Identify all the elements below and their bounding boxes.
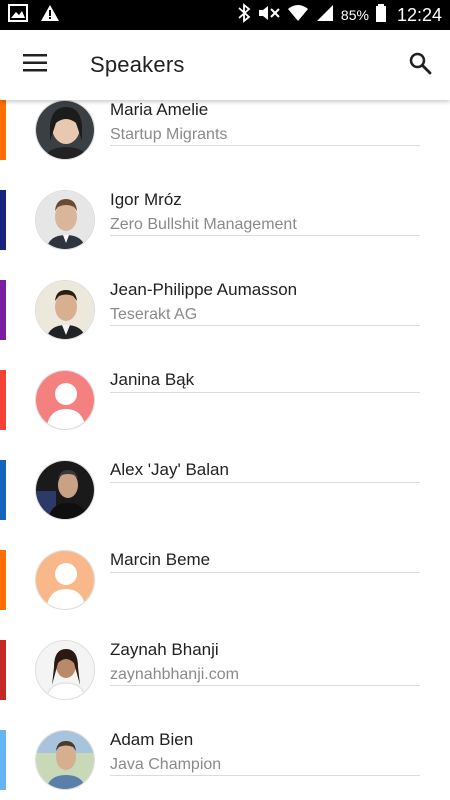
avatar-placeholder — [35, 550, 95, 610]
row-divider — [110, 775, 420, 776]
speaker-name: Igor Mróz — [110, 190, 182, 209]
speaker-subtitle: Startup Migrants — [110, 126, 228, 143]
row-divider — [110, 572, 420, 573]
speaker-row[interactable]: Igor Mróz Zero Bullshit Management — [0, 180, 450, 270]
search-button[interactable] — [390, 30, 450, 100]
avatar — [35, 730, 95, 790]
status-bar: 85% 12:24 — [0, 0, 450, 30]
row-divider — [110, 145, 420, 146]
avatar — [35, 190, 95, 250]
gallery-icon — [8, 3, 28, 27]
person-icon — [55, 383, 77, 405]
row-divider — [110, 392, 420, 393]
avatar — [35, 280, 95, 340]
speaker-name: Marcin Beme — [110, 550, 211, 569]
speaker-name: Alex 'Jay' Balan — [110, 460, 229, 479]
speaker-row[interactable]: Alex 'Jay' Balan — [0, 450, 450, 540]
row-divider — [110, 685, 420, 686]
wifi-icon — [287, 3, 309, 28]
search-icon — [408, 51, 432, 80]
speaker-row[interactable]: Marcin Beme — [0, 540, 450, 630]
speaker-list: Maria Amelie Startup Migrants Igor Mróz … — [0, 100, 450, 800]
menu-button[interactable] — [0, 30, 70, 100]
speaker-row[interactable]: Adam Bien Java Champion — [0, 720, 450, 800]
battery-icon — [375, 3, 387, 28]
app-bar: Speakers — [0, 30, 450, 100]
speaker-row[interactable]: Zaynah Bhanji zaynahbhanji.com — [0, 630, 450, 720]
speaker-name: Maria Amelie — [110, 100, 209, 119]
avatar-placeholder — [35, 370, 95, 430]
avatar — [35, 100, 95, 160]
speaker-accent-bar — [0, 370, 6, 430]
row-divider — [110, 482, 420, 483]
speaker-row[interactable]: Jean-Philippe Aumasson Teserakt AG — [0, 270, 450, 360]
speaker-subtitle: Java Champion — [110, 756, 222, 773]
speaker-row[interactable]: Maria Amelie Startup Migrants — [0, 100, 450, 180]
speaker-accent-bar — [0, 640, 6, 700]
signal-icon — [315, 3, 335, 28]
row-divider — [110, 235, 420, 236]
speaker-subtitle: zaynahbhanji.com — [110, 666, 239, 683]
mute-icon — [257, 3, 281, 28]
speaker-accent-bar — [0, 550, 6, 610]
speaker-name: Janina Bąk — [110, 370, 195, 389]
speaker-name: Zaynah Bhanji — [110, 640, 219, 659]
speaker-accent-bar — [0, 460, 6, 520]
speaker-accent-bar — [0, 100, 6, 160]
bluetooth-icon — [237, 2, 251, 28]
row-divider — [110, 325, 420, 326]
speaker-row[interactable]: Janina Bąk — [0, 360, 450, 450]
avatar — [35, 460, 95, 520]
speaker-name: Adam Bien — [110, 730, 194, 749]
hamburger-menu-icon — [23, 53, 47, 77]
person-icon — [55, 563, 77, 585]
status-time: 12:24 — [396, 4, 442, 25]
speaker-name: Jean-Philippe Aumasson — [110, 280, 298, 299]
speaker-accent-bar — [0, 730, 6, 790]
speaker-accent-bar — [0, 190, 6, 250]
warning-icon — [40, 4, 60, 27]
battery-percent: 85% — [340, 7, 369, 23]
speaker-subtitle: Teserakt AG — [110, 306, 198, 323]
speaker-accent-bar — [0, 280, 6, 340]
speaker-subtitle: Zero Bullshit Management — [110, 216, 297, 233]
avatar — [35, 640, 95, 700]
page-title: Speakers — [90, 52, 185, 77]
